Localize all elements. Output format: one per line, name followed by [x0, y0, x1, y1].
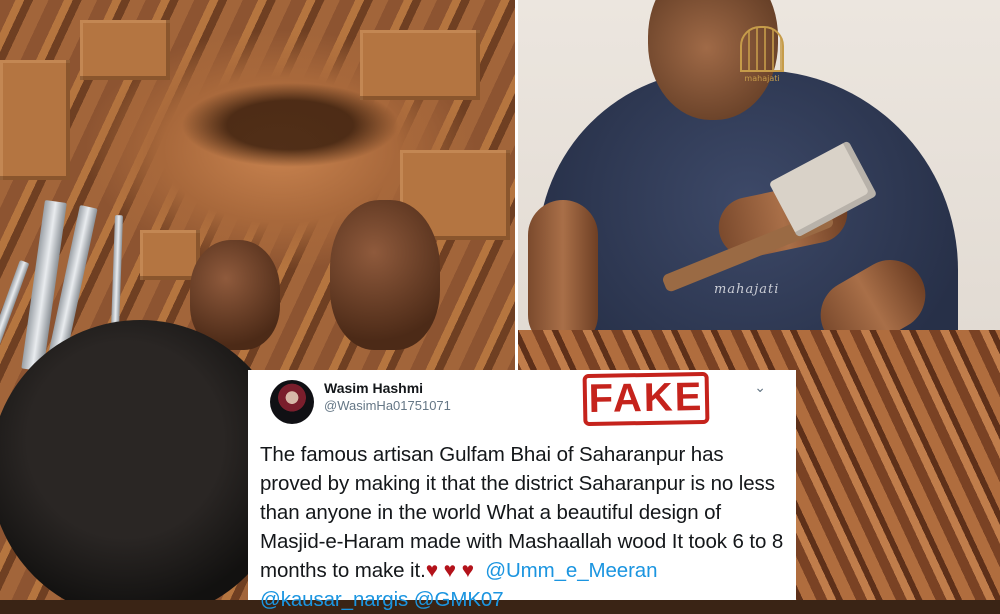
heart-icon: ♥: [425, 559, 439, 582]
artisan-head: [0, 320, 290, 600]
carved-building: [0, 60, 70, 180]
heart-icon: ♥: [461, 559, 475, 582]
artisan-arm: [528, 200, 598, 350]
author-names: Wasim Hashmi @WasimHa01751071: [324, 380, 451, 413]
tweet-text: The famous artisan Gulfam Bhai of Sahara…: [260, 440, 784, 614]
carved-building: [140, 230, 200, 280]
logo-text: mahajati: [744, 74, 780, 83]
chevron-down-icon[interactable]: ⌄: [754, 380, 766, 394]
shirt-print-text: mahajati: [714, 282, 780, 297]
user-handle[interactable]: @WasimHa01751071: [324, 398, 451, 413]
logo-icon: [740, 26, 784, 72]
tweet-card: Wasim Hashmi @WasimHa01751071 ⌄ The famo…: [248, 370, 796, 611]
watermark-logo: mahajati: [740, 26, 784, 83]
chisel-tool: [110, 215, 123, 336]
display-name[interactable]: Wasim Hashmi: [324, 380, 451, 396]
carved-building: [80, 20, 170, 80]
hand: [330, 200, 440, 350]
carved-building: [360, 30, 480, 100]
avatar[interactable]: [270, 380, 314, 424]
mention-link[interactable]: @Umm_e_Meeran: [485, 559, 657, 582]
heart-icon: ♥: [443, 559, 457, 582]
fake-stamp: FAKE: [582, 371, 710, 427]
